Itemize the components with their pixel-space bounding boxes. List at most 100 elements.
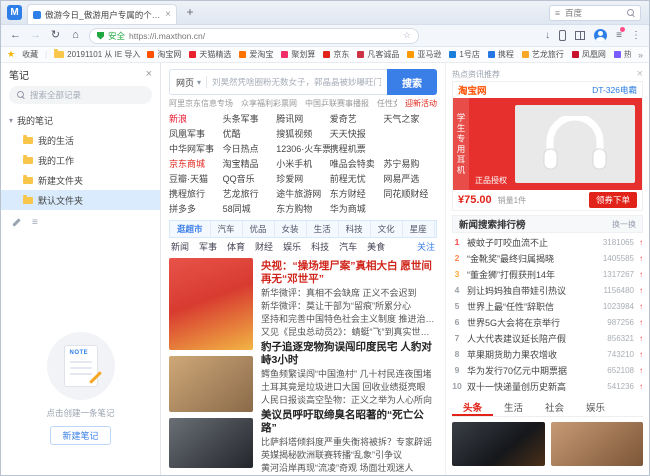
url-text[interactable]: https://i.maxthon.cn/ <box>129 31 399 41</box>
bottom-tab[interactable]: 娱乐 <box>575 397 616 416</box>
site-link[interactable]: 爱奇艺 <box>330 112 384 127</box>
site-link[interactable]: 淘宝精品 <box>223 157 277 172</box>
notes-search-input[interactable] <box>30 90 144 100</box>
site-link[interactable]: 东方财经 <box>330 187 384 202</box>
news-item[interactable]: 又见《昆虫总动员2》：蜻蜓“飞”到真实世界第三次 <box>261 326 437 339</box>
bookmark-item[interactable]: 爱淘宝 <box>239 49 273 60</box>
notes-search-box[interactable] <box>9 86 152 104</box>
chevron-down-icon[interactable]: ▾ <box>9 116 13 125</box>
bottom-thumbnail-dark[interactable] <box>452 422 545 466</box>
news-tab[interactable]: 军事 <box>199 240 217 253</box>
portal-search-input[interactable] <box>212 77 381 87</box>
rank-title-text[interactable]: 世界5G大会将在京举行 <box>467 316 602 329</box>
bookmark-item[interactable]: 热门视频 <box>614 49 631 60</box>
site-link[interactable]: 豆瓣·天猫 <box>169 172 223 187</box>
maxthon-logo-icon[interactable]: M <box>7 5 22 20</box>
news-thumbnail-person[interactable] <box>169 418 253 468</box>
category-link[interactable]: 逛超市 <box>170 221 211 237</box>
site-link[interactable]: 新浪 <box>169 112 223 127</box>
bookmark-item[interactable]: 淘宝网 <box>147 49 181 60</box>
site-link[interactable]: 苏宁易购 <box>383 157 437 172</box>
notes-folder-item[interactable]: 默认文件夹 <box>1 190 160 210</box>
hot-activity-link[interactable]: 迎新活动 <box>405 98 437 109</box>
search-button[interactable]: 搜索 <box>387 69 437 95</box>
ranking-row[interactable]: 4 别让妈妈独自带娃引热议 1156480 ↑ <box>452 282 643 298</box>
favorite-star-icon[interactable]: ☆ <box>403 30 411 41</box>
download-icon[interactable]: ↓ <box>545 31 550 41</box>
category-link[interactable]: 星座 <box>403 221 435 237</box>
rank-title-text[interactable]: 别让妈妈独自带娃引热议 <box>467 284 598 297</box>
ranking-row[interactable]: 10 双十一快递量创历史新高 541236 ↑ <box>452 378 643 394</box>
bottom-tab[interactable]: 生活 <box>493 397 534 416</box>
site-link[interactable]: 携程机票 <box>330 142 384 157</box>
rank-title-text[interactable]: 人大代表建议延长陪产假 <box>467 332 602 345</box>
new-tab-button[interactable]: + <box>181 3 199 20</box>
ranking-row[interactable]: 9 华为发行70亿元中期票据 652108 ↑ <box>452 362 643 378</box>
bookmark-item[interactable]: 聚划算 <box>281 49 315 60</box>
news-item[interactable]: 土耳其竟是垃圾进口大国 回收业绩挺亮眼 <box>261 381 437 394</box>
ranking-row[interactable]: 3 “董金狮”打假获刑14年 1317267 ↑ <box>452 266 643 282</box>
site-link[interactable]: 途牛旅游网 <box>276 187 330 202</box>
quick-search-box[interactable]: ≡ 百度 <box>549 5 641 21</box>
site-link[interactable]: 同花顺财经 <box>383 187 437 202</box>
site-link[interactable]: 凤凰军事 <box>169 127 223 142</box>
site-link[interactable]: 唯品会特卖 <box>330 157 384 172</box>
notes-folder-item[interactable]: 新建文件夹 <box>1 170 160 190</box>
rank-title-text[interactable]: 双十一快递量创历史新高 <box>467 380 602 393</box>
news-headline[interactable]: 央视：“操场埋尸案”真相大白 愿世间再无“邓世平” <box>261 260 437 286</box>
home-icon[interactable]: ⌂ <box>69 30 82 41</box>
news-item[interactable]: 鳄鱼频繁误闯“中国渔村” 几十村民连夜围堵 <box>261 368 437 381</box>
rank-title-text[interactable]: 被蚊子叮咬血流不止 <box>467 236 598 249</box>
news-thumbnail-poster[interactable] <box>169 258 253 350</box>
category-link[interactable]: 女装 <box>275 221 307 237</box>
rank-title-text[interactable]: “董金狮”打假获刑14年 <box>467 268 598 281</box>
ranking-row[interactable]: 6 世界5G大会将在京举行 987256 ↑ <box>452 314 643 330</box>
site-link[interactable]: 京东商城 <box>169 157 223 172</box>
portal-search-bar[interactable]: 网页 ▾ <box>169 69 387 95</box>
news-thumbnail-animal[interactable] <box>169 356 253 412</box>
rank-title-text[interactable]: “金靴奖”最终归属揭晓 <box>467 252 598 265</box>
news-tab[interactable]: 美食 <box>367 240 385 253</box>
rank-title-text[interactable]: 苹果期货助力果农增收 <box>467 348 602 361</box>
category-link[interactable]: 文化 <box>371 221 403 237</box>
site-link[interactable]: 天气之家 <box>383 112 437 127</box>
notes-folder-item[interactable]: 我的工作 <box>1 150 160 170</box>
site-link[interactable]: 天天快报 <box>330 127 384 142</box>
follow-link[interactable]: 关注 <box>417 240 435 253</box>
category-link[interactable]: 生活 <box>307 221 339 237</box>
site-link[interactable] <box>383 202 437 217</box>
bookmark-item[interactable]: 京东 <box>323 49 349 60</box>
bookmark-item[interactable]: 亚马逊 <box>407 49 441 60</box>
site-link[interactable]: 珍爱网 <box>276 172 330 187</box>
tab-close-icon[interactable]: × <box>165 9 171 20</box>
top-link[interactable]: 中国乒联赛事播报 <box>305 98 369 109</box>
bottom-tab[interactable]: 头条 <box>452 397 493 416</box>
new-note-button[interactable]: 新建笔记 <box>50 426 110 445</box>
category-link[interactable]: 汽车 <box>211 221 243 237</box>
news-item[interactable]: 新华微评：莫让干部为“留痕”所累分心 <box>261 300 437 313</box>
split-view-icon[interactable] <box>575 31 585 40</box>
panel-close-icon[interactable]: × <box>637 68 643 80</box>
ranking-row[interactable]: 2 “金靴奖”最终归属揭晓 1405585 ↑ <box>452 250 643 266</box>
top-link[interactable]: 众享福利彩票网 <box>241 98 297 109</box>
news-tab[interactable]: 汽车 <box>339 240 357 253</box>
top-link[interactable]: 阿里京东信息专场 <box>169 98 233 109</box>
site-link[interactable]: 搜狐视频 <box>276 127 330 142</box>
site-link[interactable] <box>383 142 437 157</box>
site-link[interactable]: 华为商城 <box>330 202 384 217</box>
forward-icon[interactable]: → <box>29 30 42 41</box>
more-icon[interactable]: ⋮ <box>631 31 641 41</box>
site-link[interactable]: QQ音乐 <box>223 172 277 187</box>
site-link[interactable]: 头条军事 <box>223 112 277 127</box>
site-link[interactable]: 拼多多 <box>169 202 223 217</box>
back-icon[interactable]: ← <box>9 30 22 41</box>
ad-banner[interactable]: 淘宝网 DT-326电霸 学生专用耳机 正品授权 ¥75.00 <box>452 81 643 211</box>
news-item[interactable]: 英媒揭秘欧洲联赛转播“乱象”引争议 <box>261 449 437 462</box>
category-link[interactable]: 美食 <box>435 221 437 237</box>
bookmark-item[interactable]: 艺龙旅行 <box>522 49 564 60</box>
site-link[interactable]: 小米手机 <box>276 157 330 172</box>
news-tab[interactable]: 财经 <box>255 240 273 253</box>
news-tab[interactable]: 娱乐 <box>283 240 301 253</box>
notes-tree-root[interactable]: ▾ 我的笔记 <box>1 110 160 130</box>
news-tab[interactable]: 新闻 <box>171 240 189 253</box>
